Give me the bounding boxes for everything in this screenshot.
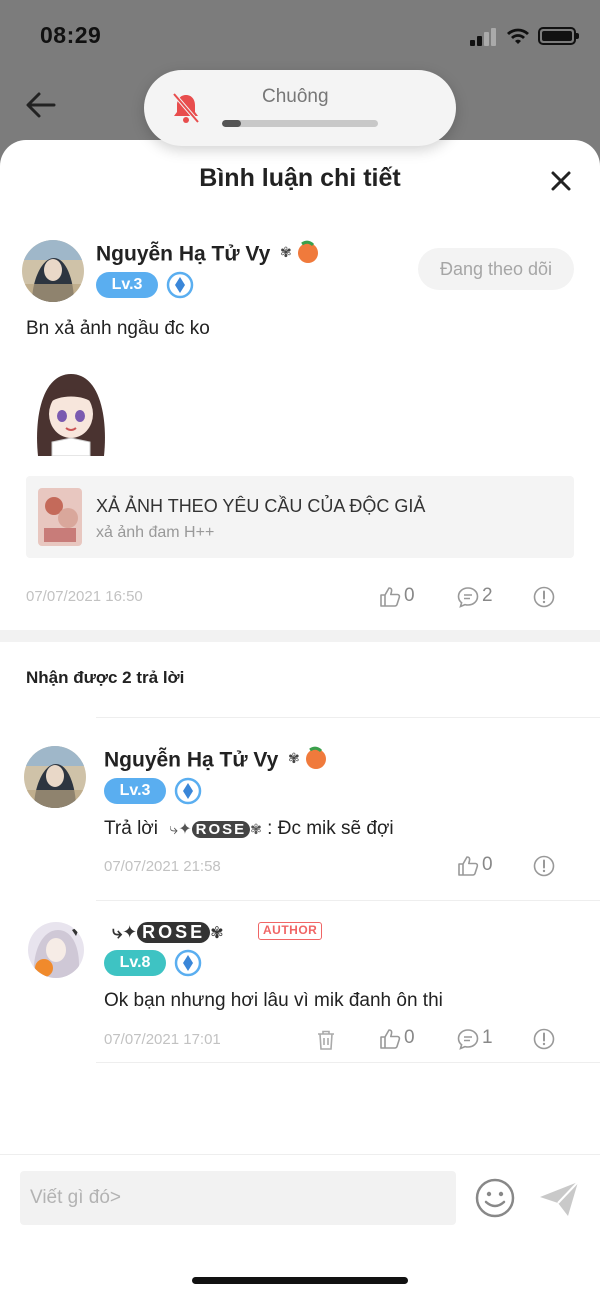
reply-username[interactable]: ⤷✦ ROSE ✾	[112, 920, 224, 944]
report-icon[interactable]	[532, 854, 556, 878]
avatar[interactable]	[24, 746, 86, 808]
comment-bubble-icon[interactable]	[456, 585, 480, 609]
emoji-smile-icon[interactable]	[474, 1177, 516, 1219]
divider	[96, 1062, 600, 1063]
status-bar: 08:29	[0, 0, 600, 70]
username-text: Nguyễn Hạ Tử Vy	[96, 242, 271, 266]
reply-count: 1	[482, 1027, 493, 1048]
reply-prefix: Trả lời	[104, 818, 158, 839]
report-icon[interactable]	[532, 1027, 556, 1051]
diamond-badge-icon	[174, 949, 202, 977]
report-icon[interactable]	[532, 585, 556, 609]
peach-emoji-icon: ✾	[288, 746, 328, 776]
avatar[interactable]	[28, 922, 84, 978]
comment-detail-sheet: Bình luận chi tiết Nguyễn Hạ Tử Vy ✾ Lv.…	[0, 140, 600, 1299]
rose-ornament-icon: ⤷✦	[169, 821, 192, 838]
comment-input-box[interactable]	[20, 1171, 456, 1225]
trash-icon[interactable]	[314, 1028, 338, 1052]
ringer-volume-fill	[222, 120, 241, 127]
level-badge: Lv.8	[104, 950, 166, 976]
home-indicator	[192, 1277, 408, 1284]
reply-body: : Đc mik sẽ đợi	[267, 818, 394, 839]
comment-bubble-icon[interactable]	[456, 1027, 480, 1051]
svg-text:✾: ✾	[288, 750, 300, 766]
svg-text:✾: ✾	[280, 244, 292, 260]
thumbs-up-icon[interactable]	[378, 585, 402, 609]
composer-bar	[0, 1154, 600, 1299]
reply-count: 2	[482, 585, 493, 606]
divider	[96, 717, 600, 718]
reply-text: Trả lời ⤷✦ ROSE ✾ : Đc mik sẽ đợi	[104, 818, 394, 840]
like-count: 0	[404, 585, 415, 606]
username-text: ROSE	[137, 922, 211, 943]
comment-input[interactable]	[20, 1171, 456, 1225]
like-count: 0	[404, 1027, 415, 1048]
wifi-icon	[507, 28, 529, 44]
rose-mention[interactable]: ⤷✦ ROSE ✾	[169, 818, 267, 839]
comment-username[interactable]: Nguyễn Hạ Tử Vy ✾	[96, 240, 320, 270]
username-text: Nguyễn Hạ Tử Vy	[104, 748, 279, 772]
sheet-title: Bình luận chi tiết	[199, 164, 401, 192]
ringer-volume-track	[222, 120, 378, 127]
rose-ornament-icon: ⤷✦	[112, 922, 138, 942]
back-arrow-icon[interactable]	[24, 88, 58, 122]
reply-date: 07/07/2021 21:58	[104, 858, 221, 875]
author-tag: AUTHOR	[258, 922, 323, 940]
close-icon[interactable]	[548, 168, 574, 194]
peach-emoji-icon: ✾	[280, 240, 320, 270]
ringer-label: Chuông	[262, 86, 329, 107]
story-thumbnail	[38, 488, 82, 546]
ringer-hud: Chuông	[144, 70, 456, 146]
bell-muted-icon	[172, 92, 200, 124]
thumbs-up-icon[interactable]	[378, 1027, 402, 1051]
diamond-badge-icon	[174, 777, 202, 805]
story-subtitle: xả ảnh đam H++	[96, 524, 215, 541]
anime-girl-sticker	[28, 368, 114, 457]
thumbs-up-icon[interactable]	[456, 854, 480, 878]
level-badge: Lv.3	[104, 778, 166, 804]
reply-date: 07/07/2021 17:01	[104, 1031, 221, 1048]
flower-icon: ✾	[210, 925, 224, 942]
battery-icon	[538, 27, 579, 45]
comment-date: 07/07/2021 16:50	[26, 588, 143, 605]
diamond-badge-icon	[166, 271, 194, 299]
following-button[interactable]: Đang theo dõi	[418, 248, 574, 290]
like-count: 0	[482, 854, 493, 875]
avatar[interactable]	[22, 240, 84, 302]
replies-header: Nhận được 2 trả lời	[26, 668, 185, 687]
level-badge: Lv.3	[96, 272, 158, 298]
status-time: 08:29	[40, 22, 102, 48]
mention-name: ROSE	[191, 821, 251, 838]
reply-username[interactable]: Nguyễn Hạ Tử Vy ✾	[104, 746, 328, 776]
signal-icon	[470, 28, 498, 46]
divider	[96, 900, 600, 901]
section-divider	[0, 630, 600, 642]
flower-icon: ✾	[250, 821, 262, 837]
comment-text: Bn xả ảnh ngầu đc ko	[26, 318, 210, 339]
reply-text: Ok bạn nhưng hơi lâu vì mik đanh ôn thi	[104, 990, 443, 1011]
story-title: XẢ ẢNH THEO YÊU CẦU CỦA ĐỘC GIẢ	[96, 496, 426, 516]
send-icon[interactable]	[538, 1179, 580, 1219]
story-card[interactable]: XẢ ẢNH THEO YÊU CẦU CỦA ĐỘC GIẢ xả ảnh đ…	[26, 476, 574, 558]
